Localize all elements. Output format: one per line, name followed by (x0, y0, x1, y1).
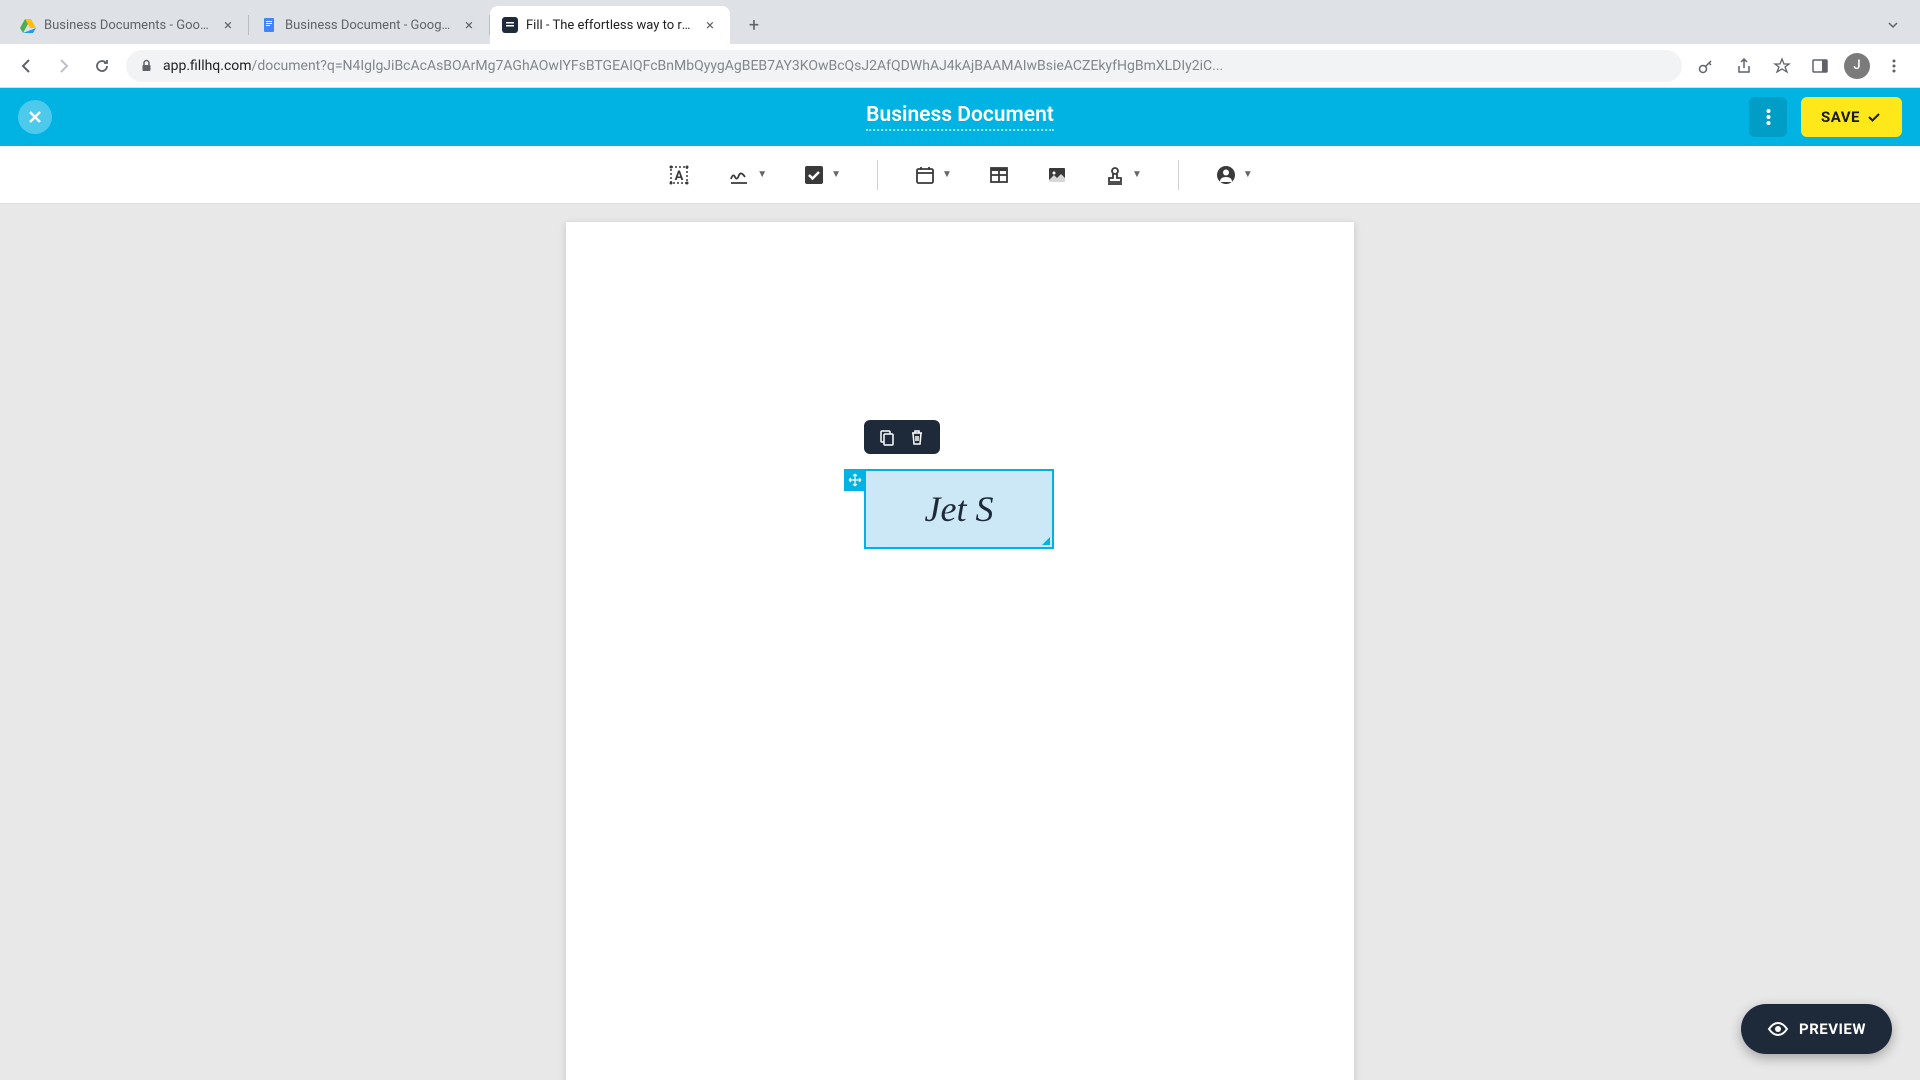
close-button[interactable] (18, 100, 52, 134)
menu-icon[interactable] (1880, 52, 1908, 80)
url-text: app.fillhq.com/document?q=N4IglgJiBcAcAs… (163, 58, 1223, 74)
person-tool[interactable]: ▼ (1209, 158, 1259, 192)
chevron-down-icon: ▼ (831, 169, 841, 180)
tab-title: Business Documents - Google (44, 18, 212, 33)
forward-button[interactable] (50, 52, 78, 80)
tab-docs[interactable]: Business Document - Google D × (249, 6, 489, 44)
date-tool[interactable]: ▼ (908, 158, 958, 192)
resize-handle[interactable] (1042, 537, 1050, 545)
tab-drive[interactable]: Business Documents - Google × (8, 6, 248, 44)
profile-avatar[interactable]: J (1844, 53, 1870, 79)
close-icon[interactable]: × (220, 17, 236, 33)
new-tab-button[interactable]: + (740, 11, 768, 39)
preview-label: PREVIEW (1799, 1020, 1866, 1038)
close-icon[interactable]: × (461, 17, 477, 33)
svg-text:A: A (675, 169, 684, 184)
more-options-button[interactable] (1749, 97, 1787, 137)
checkbox-tool[interactable]: ▼ (797, 158, 847, 192)
delete-button[interactable] (908, 428, 926, 446)
reload-button[interactable] (88, 52, 116, 80)
chevron-down-icon: ▼ (942, 169, 952, 180)
tab-bar: Business Documents - Google × Business D… (0, 0, 1920, 44)
chevron-down-icon: ▼ (1132, 169, 1142, 180)
share-icon[interactable] (1730, 52, 1758, 80)
fill-icon (502, 17, 518, 33)
browser-chrome: Business Documents - Google × Business D… (0, 0, 1920, 88)
drive-icon (20, 17, 36, 33)
table-tool[interactable] (982, 158, 1016, 192)
divider (1178, 160, 1179, 190)
copy-button[interactable] (878, 428, 896, 446)
chevron-down-icon: ▼ (1243, 169, 1253, 180)
header-actions: SAVE (1749, 97, 1902, 137)
document-title[interactable]: Business Document (866, 103, 1054, 131)
app-header: Business Document SAVE (0, 88, 1920, 146)
avatar-letter: J (1853, 58, 1860, 73)
element-toolbar (864, 420, 940, 454)
save-label: SAVE (1821, 108, 1860, 126)
address-bar: app.fillhq.com/document?q=N4IglgJiBcAcAs… (0, 44, 1920, 88)
document-page[interactable]: Jet S (566, 222, 1354, 1080)
image-tool[interactable] (1040, 158, 1074, 192)
tab-title: Fill - The effortless way to requ (526, 18, 694, 33)
tab-expand-button[interactable] (1886, 18, 1900, 32)
key-icon[interactable] (1692, 52, 1720, 80)
stamp-tool[interactable]: ▼ (1098, 158, 1148, 192)
save-button[interactable]: SAVE (1801, 97, 1902, 137)
text-tool[interactable]: A (661, 157, 697, 193)
divider (877, 160, 878, 190)
check-icon (1866, 109, 1882, 125)
panel-icon[interactable] (1806, 52, 1834, 80)
lock-icon (140, 59, 153, 72)
star-icon[interactable] (1768, 52, 1796, 80)
preview-button[interactable]: PREVIEW (1741, 1004, 1892, 1054)
toolbar: A ▼ ▼ ▼ ▼ ▼ (0, 146, 1920, 204)
canvas-area[interactable]: Jet S (0, 204, 1920, 1080)
tab-fill-active[interactable]: Fill - The effortless way to requ × (490, 6, 730, 44)
back-button[interactable] (12, 52, 40, 80)
docs-icon (261, 17, 277, 33)
tab-title: Business Document - Google D (285, 18, 453, 33)
signature-text: Jet S (925, 488, 994, 530)
chevron-down-icon: ▼ (757, 169, 767, 180)
move-handle[interactable] (844, 469, 866, 491)
close-icon[interactable]: × (702, 17, 718, 33)
eye-icon (1767, 1018, 1789, 1040)
url-field[interactable]: app.fillhq.com/document?q=N4IglgJiBcAcAs… (126, 50, 1682, 82)
signature-field[interactable]: Jet S (864, 469, 1054, 549)
signature-tool[interactable]: ▼ (721, 157, 773, 193)
